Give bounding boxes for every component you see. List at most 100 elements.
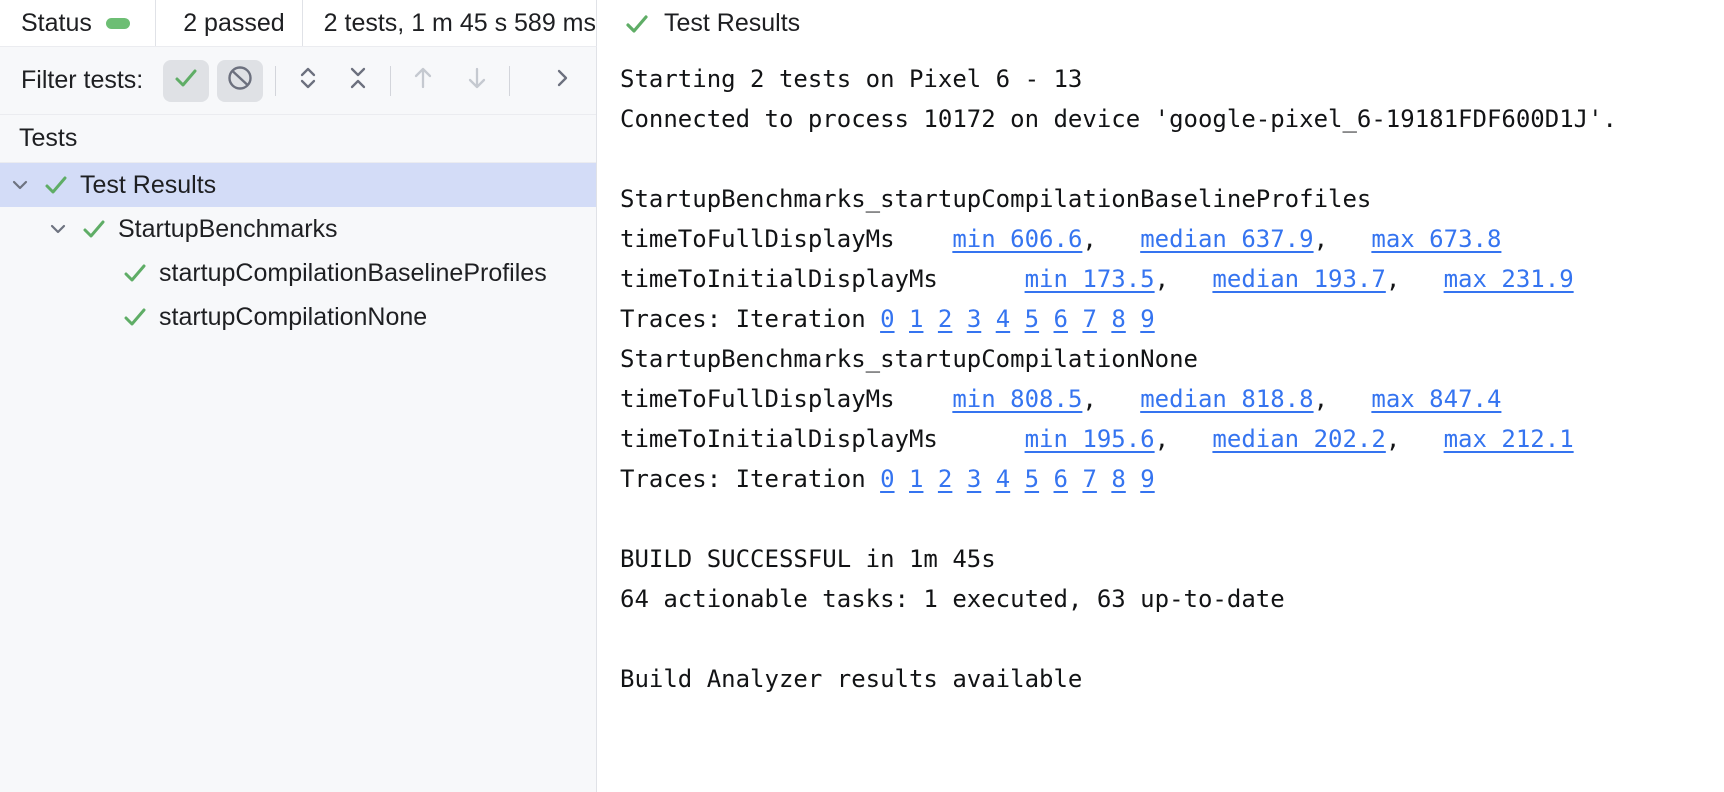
tests-header-label: Tests bbox=[19, 124, 77, 153]
console-text: StartupBenchmarks_startupCompilationNone bbox=[620, 345, 1198, 373]
status-label: Status bbox=[21, 9, 92, 38]
divider bbox=[390, 66, 391, 96]
console-text bbox=[1126, 305, 1140, 333]
console-output: Starting 2 tests on Pixel 6 - 13 Connecte… bbox=[598, 47, 1724, 792]
console-line: Starting 2 tests on Pixel 6 - 13 bbox=[620, 59, 1724, 99]
console-line bbox=[620, 139, 1724, 179]
console-line: Traces: Iteration 0 1 2 3 4 5 6 7 8 9 bbox=[620, 459, 1724, 499]
console-text bbox=[952, 305, 966, 333]
tree-row-startup-compilation-none[interactable]: startupCompilationNone bbox=[0, 295, 596, 339]
console-link[interactable]: 1 bbox=[909, 465, 923, 493]
console-text bbox=[1068, 465, 1082, 493]
console-link[interactable]: median 637.9 bbox=[1140, 225, 1313, 253]
tree-row-startup-benchmarks[interactable]: StartupBenchmarks bbox=[0, 207, 596, 251]
console-link[interactable]: 3 bbox=[967, 465, 981, 493]
console-line: StartupBenchmarks_startupCompilationNone bbox=[620, 339, 1724, 379]
chevron-down-icon[interactable] bbox=[46, 217, 70, 241]
console-text: timeToInitialDisplayMs bbox=[620, 265, 1025, 293]
divider bbox=[275, 66, 276, 96]
console-link[interactable]: 2 bbox=[938, 305, 952, 333]
console-link[interactable]: 7 bbox=[1082, 465, 1096, 493]
console-text: StartupBenchmarks_startupCompilationBase… bbox=[620, 185, 1371, 213]
chevron-right-icon bbox=[550, 66, 574, 95]
console-text bbox=[981, 305, 995, 333]
console-text bbox=[923, 305, 937, 333]
test-tree-panel: Filter tests: bbox=[0, 47, 597, 792]
console-link[interactable]: 4 bbox=[996, 465, 1010, 493]
top-bar-left: Status 2 passed 2 tests, 1 m 45 s 589 ms bbox=[0, 0, 597, 47]
filter-toolbar: Filter tests: bbox=[0, 47, 596, 115]
console-link[interactable]: min 173.5 bbox=[1025, 265, 1155, 293]
console-text: timeToFullDisplayMs bbox=[620, 225, 952, 253]
check-icon bbox=[172, 64, 200, 97]
tree-row-label: StartupBenchmarks bbox=[118, 215, 338, 244]
console-text: Build Analyzer results available bbox=[620, 665, 1082, 693]
show-ignored-button[interactable] bbox=[217, 60, 263, 102]
previous-failed-test-button[interactable] bbox=[403, 60, 443, 102]
tree-row-label: Test Results bbox=[80, 171, 216, 200]
console-link[interactable]: max 212.1 bbox=[1444, 425, 1574, 453]
collapse-all-button[interactable] bbox=[338, 60, 378, 102]
console-text: , bbox=[1314, 385, 1372, 413]
expand-all-button[interactable] bbox=[288, 60, 328, 102]
tree-row-startup-compilation-baseline-profiles[interactable]: startupCompilationBaselineProfiles bbox=[0, 251, 596, 295]
console-text: Starting 2 tests on Pixel 6 - 13 bbox=[620, 65, 1082, 93]
test-tree: Test Results StartupBenchmarks startupCo… bbox=[0, 163, 596, 339]
passed-count-label: 2 passed bbox=[183, 9, 284, 38]
console-link[interactable]: max 231.9 bbox=[1444, 265, 1574, 293]
console-text bbox=[895, 305, 909, 333]
console-line: Connected to process 10172 on device 'go… bbox=[620, 99, 1724, 139]
console-text: timeToFullDisplayMs bbox=[620, 385, 952, 413]
console-text bbox=[1039, 465, 1053, 493]
console-link[interactable]: 3 bbox=[967, 305, 981, 333]
more-actions-button[interactable] bbox=[542, 60, 582, 102]
console-text: BUILD SUCCESSFUL in 1m 45s bbox=[620, 545, 996, 573]
show-passed-button[interactable] bbox=[163, 60, 209, 102]
divider bbox=[302, 0, 303, 47]
tree-row-test-results[interactable]: Test Results bbox=[0, 163, 596, 207]
console-link[interactable]: median 202.2 bbox=[1212, 425, 1385, 453]
console-text: , bbox=[1386, 425, 1444, 453]
expand-all-icon bbox=[294, 64, 322, 97]
console-link[interactable]: min 606.6 bbox=[952, 225, 1082, 253]
console-line: timeToInitialDisplayMs min 195.6, median… bbox=[620, 419, 1724, 459]
console-link[interactable]: 9 bbox=[1140, 305, 1154, 333]
console-link[interactable]: min 808.5 bbox=[952, 385, 1082, 413]
tree-row-label: startupCompilationBaselineProfiles bbox=[159, 259, 547, 288]
console-link[interactable]: 1 bbox=[909, 305, 923, 333]
chevron-down-icon[interactable] bbox=[8, 173, 32, 197]
console-link[interactable]: 5 bbox=[1025, 305, 1039, 333]
circle-slash-icon bbox=[226, 64, 254, 97]
console-link[interactable]: median 193.7 bbox=[1212, 265, 1385, 293]
console-text bbox=[1097, 305, 1111, 333]
results-tab-header[interactable]: Test Results bbox=[597, 0, 1724, 47]
console-link[interactable]: 8 bbox=[1111, 465, 1125, 493]
console-text: Traces: Iteration bbox=[620, 305, 880, 333]
console-line bbox=[620, 619, 1724, 659]
console-link[interactable]: max 847.4 bbox=[1371, 385, 1501, 413]
console-link[interactable]: 8 bbox=[1111, 305, 1125, 333]
console-link[interactable]: 2 bbox=[938, 465, 952, 493]
next-failed-test-button[interactable] bbox=[457, 60, 497, 102]
console-text bbox=[1039, 305, 1053, 333]
arrow-down-icon bbox=[463, 64, 491, 97]
console-link[interactable]: 7 bbox=[1082, 305, 1096, 333]
console-link[interactable]: max 673.8 bbox=[1371, 225, 1501, 253]
console-text bbox=[923, 465, 937, 493]
console-link[interactable]: 9 bbox=[1140, 465, 1154, 493]
collapse-all-icon bbox=[344, 64, 372, 97]
console-link[interactable]: 0 bbox=[880, 465, 894, 493]
filter-tests-label: Filter tests: bbox=[21, 66, 143, 95]
console-link[interactable]: 6 bbox=[1054, 305, 1068, 333]
console-link[interactable]: 6 bbox=[1054, 465, 1068, 493]
console-text: , bbox=[1155, 425, 1213, 453]
console-text bbox=[1010, 465, 1024, 493]
console-link[interactable]: 5 bbox=[1025, 465, 1039, 493]
console-link[interactable]: 4 bbox=[996, 305, 1010, 333]
console-link[interactable]: median 818.8 bbox=[1140, 385, 1313, 413]
tree-row-label: startupCompilationNone bbox=[159, 303, 427, 332]
console-line: BUILD SUCCESSFUL in 1m 45s bbox=[620, 539, 1724, 579]
console-link[interactable]: min 195.6 bbox=[1025, 425, 1155, 453]
console-link[interactable]: 0 bbox=[880, 305, 894, 333]
divider bbox=[155, 0, 156, 47]
